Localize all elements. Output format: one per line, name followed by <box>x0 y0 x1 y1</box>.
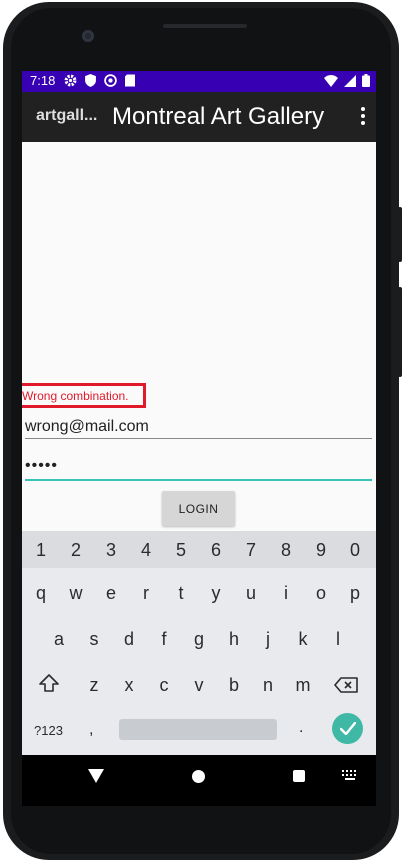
volume-button <box>398 287 402 377</box>
key-u[interactable]: u <box>236 583 266 604</box>
key-4[interactable]: 4 <box>131 540 161 561</box>
key-y[interactable]: y <box>201 583 231 604</box>
earpiece-speaker <box>163 24 247 28</box>
key-l[interactable]: l <box>323 629 353 650</box>
key-3[interactable]: 3 <box>96 540 126 561</box>
wifi-icon <box>324 74 338 87</box>
backspace-icon <box>334 677 358 693</box>
key-p[interactable]: p <box>340 583 370 604</box>
system-indicators <box>324 74 370 87</box>
home-icon[interactable] <box>192 770 205 783</box>
key-d[interactable]: d <box>114 629 144 650</box>
key-r[interactable]: r <box>131 583 161 604</box>
key-n[interactable]: n <box>253 675 283 696</box>
shift-icon <box>39 674 59 692</box>
key-h[interactable]: h <box>219 629 249 650</box>
settings-icon <box>64 74 77 87</box>
number-row: 1 2 3 4 5 6 7 8 9 0 <box>22 531 376 568</box>
password-underline <box>25 479 372 481</box>
enter-key[interactable] <box>332 713 363 744</box>
key-x[interactable]: x <box>114 675 144 696</box>
key-6[interactable]: 6 <box>201 540 231 561</box>
recents-icon[interactable] <box>293 770 305 782</box>
key-o[interactable]: o <box>306 583 336 604</box>
key-i[interactable]: i <box>271 583 301 604</box>
sync-icon <box>104 74 117 87</box>
shift-key[interactable] <box>34 674 64 697</box>
notification-icons <box>64 74 135 87</box>
error-message: Wrong combination. <box>22 389 129 403</box>
login-button[interactable]: LOGIN <box>162 491 235 526</box>
key-v[interactable]: v <box>184 675 214 696</box>
key-w[interactable]: w <box>61 583 91 604</box>
symbols-key[interactable]: ?123 <box>34 723 63 738</box>
key-7[interactable]: 7 <box>236 540 266 561</box>
email-field[interactable] <box>25 416 372 438</box>
shield-icon <box>85 74 96 87</box>
front-camera <box>82 30 94 42</box>
power-button <box>398 207 402 262</box>
app-name: artgall... <box>36 107 98 124</box>
cell-signal-icon <box>344 74 356 87</box>
key-s[interactable]: s <box>79 629 109 650</box>
key-t[interactable]: t <box>166 583 196 604</box>
page-title: Montreal Art Gallery <box>112 103 325 130</box>
app-toolbar: artgall... Montreal Art Gallery <box>22 92 376 142</box>
status-time: 7:18 <box>30 73 56 88</box>
device-screen: 7:18 artgall... Montreal Art Gallery Wro… <box>22 71 376 806</box>
login-form: Wrong combination. ••••• LOGIN <box>22 142 376 531</box>
key-k[interactable]: k <box>288 629 318 650</box>
key-b[interactable]: b <box>219 675 249 696</box>
backspace-key[interactable] <box>331 677 361 698</box>
key-8[interactable]: 8 <box>271 540 301 561</box>
overflow-menu-icon[interactable] <box>360 106 366 126</box>
key-9[interactable]: 9 <box>306 540 336 561</box>
key-2[interactable]: 2 <box>61 540 91 561</box>
key-0[interactable]: 0 <box>340 540 370 561</box>
soft-keyboard: 1 2 3 4 5 6 7 8 9 0 q w e r t y u i o p … <box>22 531 376 755</box>
key-g[interactable]: g <box>184 629 214 650</box>
key-m[interactable]: m <box>288 675 318 696</box>
key-e[interactable]: e <box>96 583 126 604</box>
battery-icon <box>362 74 370 87</box>
key-j[interactable]: j <box>253 629 283 650</box>
sim-card-icon <box>125 74 135 87</box>
space-key[interactable] <box>119 719 277 740</box>
key-a[interactable]: a <box>44 629 74 650</box>
key-q[interactable]: q <box>26 583 56 604</box>
status-bar: 7:18 <box>22 71 376 92</box>
key-f[interactable]: f <box>149 629 179 650</box>
navigation-bar <box>22 755 376 806</box>
key-c[interactable]: c <box>149 675 179 696</box>
password-field[interactable]: ••••• <box>25 457 372 479</box>
email-underline <box>25 438 372 439</box>
key-z[interactable]: z <box>79 675 109 696</box>
checkmark-icon <box>339 722 356 735</box>
comma-key[interactable]: , <box>89 721 93 739</box>
key-5[interactable]: 5 <box>166 540 196 561</box>
back-icon[interactable] <box>88 769 104 783</box>
keyboard-switch-icon[interactable] <box>342 770 358 782</box>
period-key[interactable]: . <box>299 719 303 737</box>
key-1[interactable]: 1 <box>26 540 56 561</box>
